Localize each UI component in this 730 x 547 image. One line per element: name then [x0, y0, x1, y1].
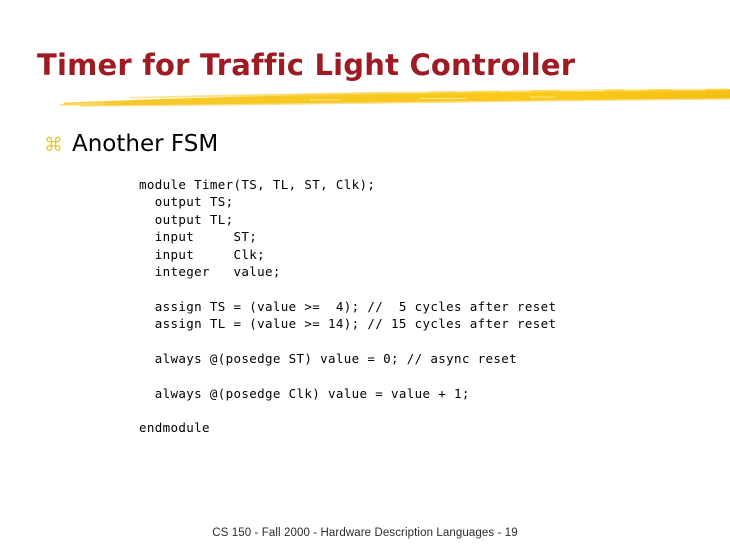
code-line: output TL; — [139, 211, 234, 227]
code-line: always @(posedge ST) value = 0; // async… — [139, 350, 518, 366]
code-line: input Clk; — [139, 246, 266, 262]
code-line: module Timer(TS, TL, ST, Clk); — [139, 177, 376, 192]
brush-stroke-decoration — [60, 84, 730, 110]
code-line: assign TL = (value >= 14); // 15 cycles … — [139, 316, 557, 332]
code-line: assign TS = (value >= 4); // 5 cycles af… — [139, 298, 557, 314]
slide-footer: CS 150 - Fall 2000 - Hardware Descriptio… — [212, 527, 518, 539]
bullet-item-label: Another FSM — [72, 131, 219, 157]
wingdings-z-bullet-icon: ⌘ — [44, 134, 63, 156]
page-title: Timer for Traffic Light Controller — [37, 48, 576, 82]
verilog-code-block: module Timer(TS, TL, ST, Clk); output TS… — [139, 176, 556, 437]
code-line: output TS; — [139, 194, 234, 210]
slide-canvas: Timer for Traffic Light Controller ⌘ Ano… — [0, 0, 730, 547]
code-line: input ST; — [139, 229, 258, 245]
code-line: endmodule — [139, 420, 210, 436]
code-line: integer value; — [139, 263, 281, 279]
bullet-item-another-fsm: ⌘ Another FSM — [44, 131, 218, 157]
code-line: always @(posedge Clk) value = value + 1; — [139, 385, 470, 401]
